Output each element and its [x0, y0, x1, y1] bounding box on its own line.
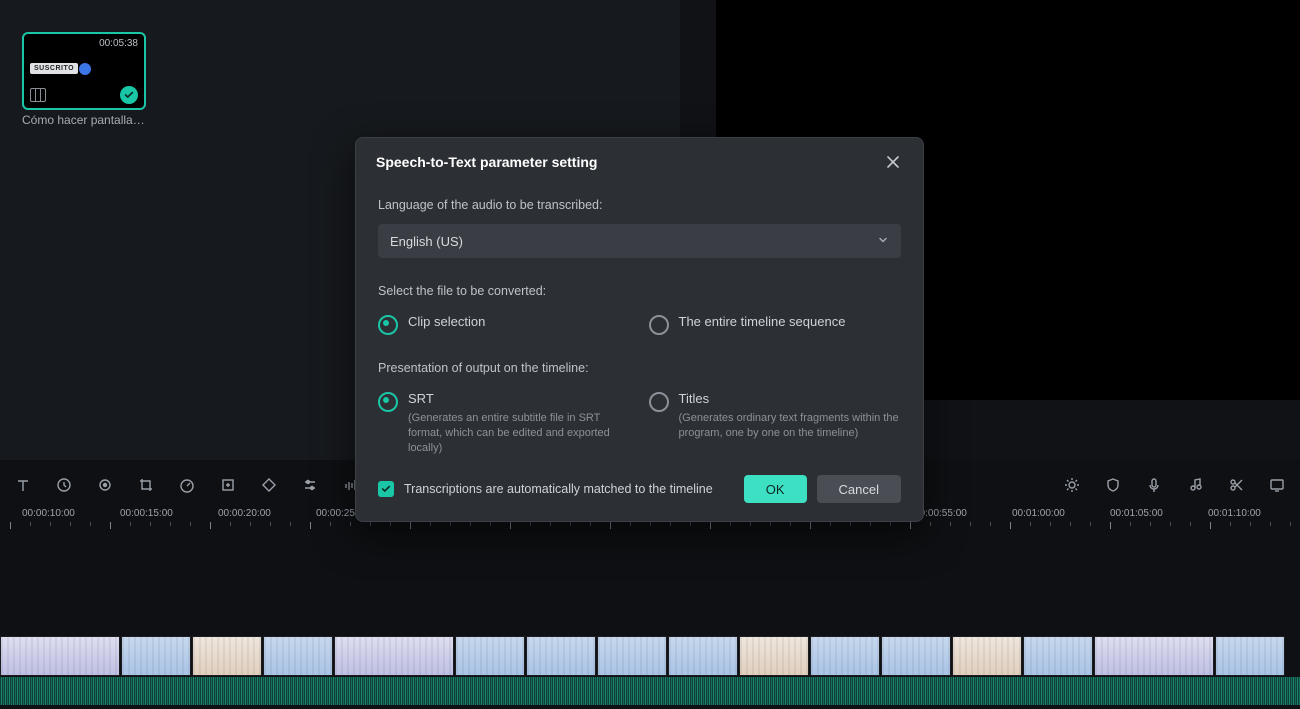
- ok-button[interactable]: OK: [744, 475, 807, 503]
- timeline-clip[interactable]: [0, 636, 120, 676]
- filmstrip-icon: [30, 88, 46, 102]
- ruler-timestamp: 00:00:20:00: [218, 508, 271, 519]
- history-icon[interactable]: [55, 476, 73, 494]
- checkmark-icon: [120, 86, 138, 104]
- timeline-clip[interactable]: [810, 636, 880, 676]
- ruler-timestamp: 00:00:15:00: [120, 508, 173, 519]
- timeline-clip[interactable]: [597, 636, 667, 676]
- timeline-clip[interactable]: [1094, 636, 1214, 676]
- media-clip-thumbnail[interactable]: 00:05:38 SUSCRITO: [22, 32, 146, 110]
- ruler-timestamp: 00:01:10:00: [1208, 508, 1261, 519]
- music-icon[interactable]: [1186, 476, 1204, 494]
- radio-label: Titles: [679, 391, 902, 406]
- crop-icon[interactable]: [137, 476, 155, 494]
- radio-clip-selection[interactable]: Clip selection: [378, 314, 631, 335]
- sun-icon[interactable]: [1063, 476, 1081, 494]
- radio-icon: [378, 315, 398, 335]
- radio-icon: [649, 315, 669, 335]
- clip-duration: 00:05:38: [99, 38, 138, 49]
- shield-icon[interactable]: [1104, 476, 1122, 494]
- radio-label: The entire timeline sequence: [679, 314, 846, 329]
- mic-icon[interactable]: [1145, 476, 1163, 494]
- speed-icon[interactable]: [178, 476, 196, 494]
- speech-to-text-dialog: Speech-to-Text parameter setting Languag…: [355, 137, 924, 522]
- radio-entire-timeline[interactable]: The entire timeline sequence: [649, 314, 902, 335]
- auto-match-checkbox[interactable]: [378, 481, 394, 497]
- ruler-timestamp: 00:01:05:00: [1110, 508, 1163, 519]
- chevron-down-icon: [877, 234, 889, 249]
- dialog-title: Speech-to-Text parameter setting: [376, 154, 597, 170]
- close-icon[interactable]: [883, 152, 903, 172]
- waveform: [0, 677, 1300, 705]
- video-track[interactable]: [0, 636, 1300, 676]
- text-icon[interactable]: [14, 476, 32, 494]
- radio-srt[interactable]: SRT (Generates an entire subtitle file i…: [378, 391, 631, 456]
- display-icon[interactable]: [1268, 476, 1286, 494]
- timeline-clip[interactable]: [881, 636, 951, 676]
- radio-titles[interactable]: Titles (Generates ordinary text fragment…: [649, 391, 902, 456]
- keyframe-icon[interactable]: [260, 476, 278, 494]
- clip-title: Cómo hacer pantallas ...: [22, 113, 146, 127]
- timeline-clip[interactable]: [952, 636, 1022, 676]
- timeline-clip[interactable]: [263, 636, 333, 676]
- radio-icon: [378, 392, 398, 412]
- language-select[interactable]: English (US): [378, 224, 901, 258]
- cut-icon[interactable]: [1227, 476, 1245, 494]
- timeline-clip[interactable]: [455, 636, 525, 676]
- timeline-clip[interactable]: [121, 636, 191, 676]
- radio-icon: [649, 392, 669, 412]
- audio-track[interactable]: [0, 677, 1300, 705]
- radio-description: (Generates an entire subtitle file in SR…: [408, 411, 631, 456]
- radio-label: SRT: [408, 391, 631, 406]
- auto-match-label: Transcriptions are automatically matched…: [404, 482, 713, 496]
- timeline-clip[interactable]: [1023, 636, 1093, 676]
- output-label: Presentation of output on the timeline:: [378, 361, 901, 375]
- language-label: Language of the audio to be transcribed:: [378, 198, 901, 212]
- cancel-button[interactable]: Cancel: [817, 475, 901, 503]
- timeline-clip[interactable]: [1215, 636, 1285, 676]
- effects-icon[interactable]: [96, 476, 114, 494]
- timeline-clip[interactable]: [192, 636, 262, 676]
- timeline-clip[interactable]: [739, 636, 809, 676]
- radio-label: Clip selection: [408, 314, 485, 329]
- timeline-clip[interactable]: [668, 636, 738, 676]
- language-value: English (US): [390, 234, 463, 249]
- subscribe-badge: SUSCRITO: [30, 63, 78, 74]
- ruler-timestamp: 00:01:00:00: [1012, 508, 1065, 519]
- file-select-label: Select the file to be converted:: [378, 284, 901, 298]
- fit-icon[interactable]: [219, 476, 237, 494]
- radio-description: (Generates ordinary text fragments withi…: [679, 411, 902, 441]
- timeline-clip[interactable]: [526, 636, 596, 676]
- timeline-clip[interactable]: [334, 636, 454, 676]
- like-icon: [79, 63, 91, 75]
- ruler-timestamp: 00:00:10:00: [22, 508, 75, 519]
- timeline-tracks[interactable]: [0, 636, 1300, 705]
- adjust-icon[interactable]: [301, 476, 319, 494]
